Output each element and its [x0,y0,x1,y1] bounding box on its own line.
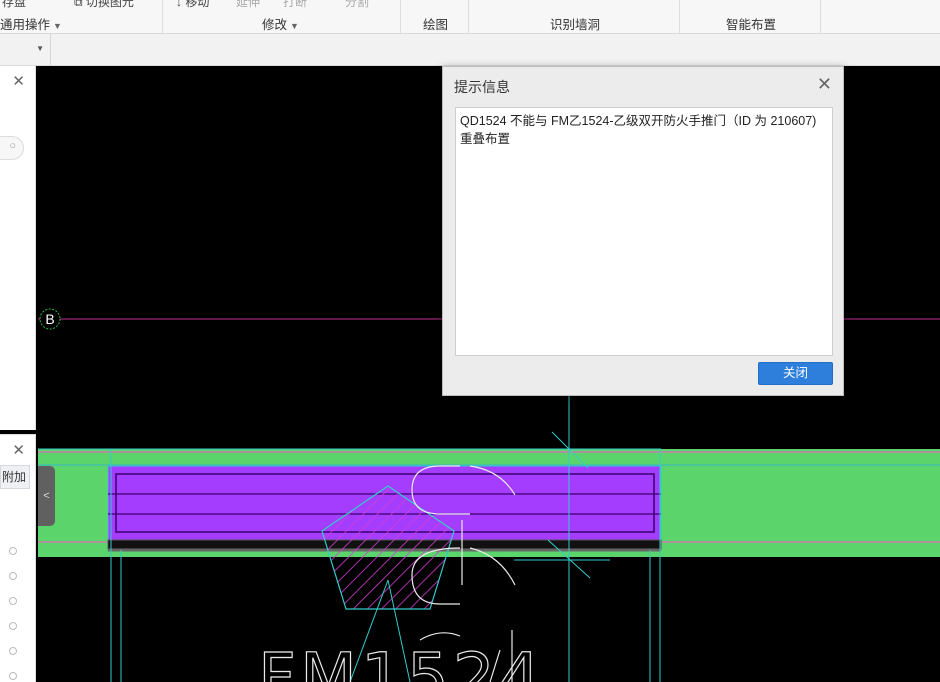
door-label-text: FM1524 [258,639,545,682]
switch-element-label: 切换图元 [85,0,134,9]
search-input[interactable]: ○ [0,136,24,160]
info-dialog: 提示信息 ✕ QD1524 不能与 FM乙1524-乙级双开防火手推门（ID 为… [442,66,844,396]
add-button[interactable]: 附加 [0,465,30,489]
group-modify[interactable]: 修改 ▼ [262,14,299,33]
radio-option[interactable] [9,597,17,605]
group-identify-openings[interactable]: 识别墙洞 [550,14,600,33]
left-panel-top: ✕ ○ [0,66,36,430]
radio-option[interactable] [9,547,17,555]
split-button[interactable]: 分割 [345,0,369,10]
floor-dropdown[interactable]: ▼ [0,34,51,66]
left-panel-bottom: ✕ 附加 [0,434,36,682]
close-icon[interactable]: ✕ [12,441,25,459]
ribbon-toolbar: 存盘 ⧉ 切换图元 ↓ 移动 延伸 打断 分割 通用操作 ▼ 修改 ▼ 绘图 识别墙… [0,0,940,34]
extend-button[interactable]: 延伸 [236,0,260,10]
group-label: 修改 [262,18,288,32]
group-common-ops[interactable]: 通用操作 ▼ [0,14,62,33]
message-textbox[interactable]: QD1524 不能与 FM乙1524-乙级双开防火手推门（ID 为 210607… [455,107,833,356]
message-line: 重叠布置 [460,132,511,146]
radio-option[interactable] [9,647,17,655]
caret-down-icon: ▼ [53,21,62,31]
message-line: QD1524 不能与 FM乙1524-乙级双开防火手推门（ID 为 210607… [460,114,817,128]
radio-option[interactable] [9,672,17,680]
move-icon: ↓ [176,0,182,9]
move-button[interactable]: ↓ 移动 [176,0,209,10]
group-label: 通用操作 [0,18,51,32]
ribbon-divider [400,0,401,33]
caret-down-icon: ▼ [290,21,299,31]
close-icon[interactable]: ✕ [817,74,832,95]
ribbon-divider [162,0,163,33]
ribbon-divider [679,0,680,33]
break-button[interactable]: 打断 [283,0,307,10]
switch-icon: ⧉ [74,0,83,9]
close-button[interactable]: 关闭 [758,362,833,385]
search-icon: ○ [9,140,16,152]
property-bar: ▼ [0,34,940,66]
save-button[interactable]: 存盘 [2,0,26,10]
ribbon-divider [468,0,469,33]
group-draw[interactable]: 绘图 [423,14,448,33]
axis-label: B [45,311,54,327]
collapse-panel-button[interactable]: < [38,466,55,526]
ribbon-divider [820,0,821,33]
dialog-title: 提示信息 [454,79,510,95]
radio-option[interactable] [9,622,17,630]
chevron-down-icon: ▼ [36,44,44,53]
close-icon[interactable]: ✕ [12,72,25,90]
move-label: 移动 [185,0,210,9]
switch-element-button[interactable]: ⧉ 切换图元 [74,0,134,10]
group-smart-layout[interactable]: 智能布置 [726,14,776,33]
radio-option[interactable] [9,572,17,580]
chevron-left-icon: < [43,490,50,502]
